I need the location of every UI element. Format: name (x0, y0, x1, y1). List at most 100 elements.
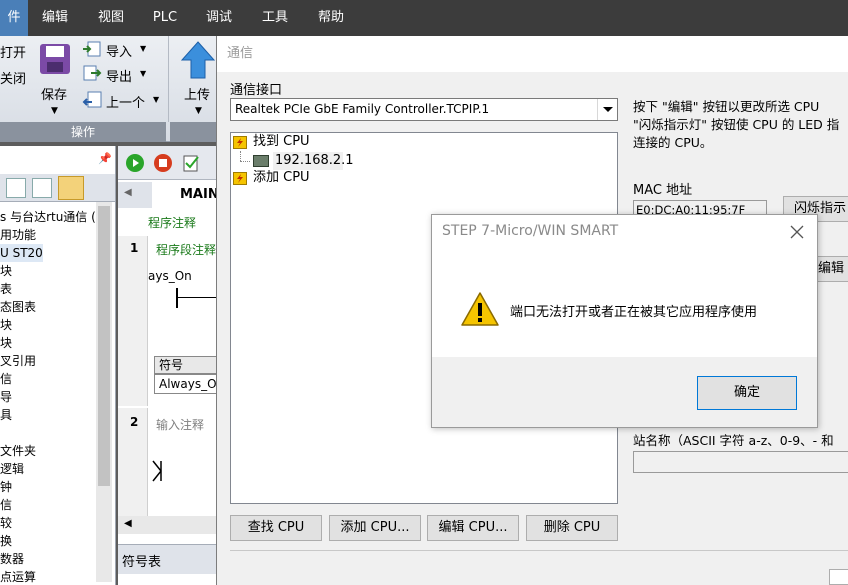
network1-gutter (118, 236, 148, 406)
interface-select[interactable]: Realtek PCIe GbE Family Controller.TCPIP… (230, 98, 618, 121)
ok-button[interactable]: 确定 (697, 376, 797, 410)
add-cpu-icon (233, 172, 247, 185)
previous-icon (82, 90, 104, 110)
menu-debug[interactable]: 调试 (196, 0, 242, 36)
tree-item[interactable]: 表 (0, 280, 12, 298)
tree-item[interactable]: 块 (0, 334, 12, 352)
bottom-separator (230, 550, 848, 551)
warning-icon (460, 291, 500, 327)
tree-monitor-icon[interactable] (58, 176, 84, 200)
comm-titlebar: 通信 (217, 36, 848, 72)
program-editor: ◀ MAIN 程序注释 1 程序段注释 ays_On 符号 Always_O 2… (118, 146, 218, 585)
transfer-group-label (170, 122, 216, 142)
previous-dropdown-icon[interactable]: ▼ (153, 95, 159, 104)
previous-button[interactable]: 上一个 (106, 92, 145, 111)
message-box-footer: 确定 (432, 357, 817, 427)
close-icon[interactable] (788, 223, 806, 241)
menu-file[interactable]: 件 (0, 0, 28, 36)
add-cpu-node[interactable]: 添加 CPU (253, 169, 310, 187)
menu-edit[interactable]: 编辑 (32, 0, 78, 36)
chevron-down-icon[interactable] (597, 99, 617, 120)
found-cpu-icon (233, 136, 247, 149)
contact-wire (178, 297, 218, 298)
add-cpu-button[interactable]: 添加 CPU... (329, 515, 421, 541)
tree-item[interactable]: 数器 (0, 550, 24, 568)
corner-button[interactable] (829, 569, 848, 585)
program-comment[interactable]: 程序注释 (148, 214, 196, 231)
error-message-box: STEP 7-Micro/WIN SMART 端口无法打开或者正在被其它应用程序… (431, 214, 818, 428)
project-tree-panel: 📌 s 与台达rtu通信 ( 用功能 U ST20 块 表 态图表 块 块 叉引… (0, 146, 116, 585)
tree-list-icon[interactable] (32, 178, 52, 198)
symbol-table-tabbar: 符号表 (118, 544, 218, 574)
edit-cpu-button[interactable]: 编辑 CPU... (427, 515, 519, 541)
editor-toolbar (118, 146, 218, 180)
upload-icon[interactable] (180, 40, 216, 80)
tree-connector (240, 161, 250, 162)
tree-item[interactable]: 信 (0, 496, 12, 514)
compile-icon[interactable] (182, 153, 200, 173)
tree-item[interactable]: 导 (0, 388, 12, 406)
delete-cpu-button[interactable]: 删除 CPU (526, 515, 618, 541)
tree-scrollbar[interactable] (96, 202, 112, 582)
tree-item[interactable]: 文件夹 (0, 442, 36, 460)
network1-comment[interactable]: 程序段注释 (156, 241, 216, 258)
menu-tools[interactable]: 工具 (252, 0, 298, 36)
error-message-text: 端口无法打开或者正在被其它应用程序使用 (510, 305, 758, 320)
project-tree-toolbar (0, 174, 115, 202)
tree-item[interactable]: s 与台达rtu通信 ( (0, 208, 96, 226)
description-text: 按下 "编辑" 按钮以更改所选 CPU "闪烁指示灯" 按钮使 CPU 的 LE… (633, 98, 848, 152)
tree-item[interactable]: 逻辑 (0, 460, 24, 478)
tree-item[interactable]: 钟 (0, 478, 12, 496)
tree-item[interactable]: 信 (0, 370, 12, 388)
network2-number: 2 (130, 415, 139, 429)
upload-button[interactable]: 上传 (184, 84, 210, 103)
symbol-value[interactable]: Always_O (154, 374, 218, 394)
tab-scroll-left-icon[interactable]: ◀ (124, 187, 132, 198)
tree-item[interactable]: 用功能 (0, 226, 36, 244)
found-cpu-node[interactable]: 找到 CPU (253, 133, 310, 151)
tab-main[interactable]: MAIN (152, 182, 218, 208)
tree-item[interactable]: 较 (0, 514, 12, 532)
hscroll-left-icon[interactable]: ◀ (124, 518, 132, 529)
stop-icon[interactable] (154, 154, 172, 172)
menu-bar: 件 编辑 视图 PLC 调试 工具 帮助 (0, 0, 848, 36)
network1-number: 1 (130, 241, 139, 255)
symbol-header: 符号 (154, 356, 218, 374)
plc-device-icon (253, 155, 269, 167)
menu-plc[interactable]: PLC (142, 0, 188, 36)
tree-item[interactable]: U ST20 (0, 244, 43, 262)
upload-dropdown-icon[interactable]: ▼ (195, 106, 202, 116)
tree-view-icon[interactable] (6, 178, 26, 198)
station-name-label: 站名称（ASCII 字符 a-z、0-9、- 和 (633, 433, 834, 448)
find-cpu-button[interactable]: 查找 CPU (230, 515, 322, 541)
export-button[interactable]: 导出 (106, 66, 132, 85)
open-button[interactable]: 打开 (0, 42, 26, 61)
save-button[interactable]: 保存 (41, 84, 67, 103)
tree-item[interactable]: 具 (0, 406, 12, 424)
network2-comment[interactable]: 输入注释 (156, 416, 204, 433)
save-icon[interactable] (38, 42, 72, 76)
import-dropdown-icon[interactable]: ▼ (140, 44, 146, 53)
contact-operand[interactable]: ays_On (148, 269, 192, 283)
tree-item[interactable]: 块 (0, 316, 12, 334)
tree-item[interactable]: 叉引用 (0, 352, 36, 370)
menu-help[interactable]: 帮助 (308, 0, 354, 36)
cpu-ip-node[interactable]: 192.168.2.1 (273, 152, 354, 170)
symbol-table-tab[interactable]: 符号表 (122, 551, 161, 570)
pin-icon[interactable]: 📌 (98, 152, 112, 165)
tree-scrollbar-thumb[interactable] (98, 206, 110, 486)
close-button[interactable]: 关闭 (0, 68, 26, 87)
import-button[interactable]: 导入 (106, 41, 132, 60)
station-name-field (633, 451, 848, 473)
save-dropdown-icon[interactable]: ▼ (51, 106, 58, 116)
description-line: "闪烁指示灯" 按钮使 CPU 的 LED 指 (633, 117, 840, 132)
export-icon (82, 64, 102, 82)
editor-hscrollbar[interactable]: ◀ (118, 516, 218, 534)
tree-item[interactable]: 块 (0, 262, 12, 280)
menu-view[interactable]: 视图 (86, 0, 136, 36)
tree-item[interactable]: 点运算 (0, 568, 36, 585)
tree-item[interactable]: 态图表 (0, 298, 36, 316)
export-dropdown-icon[interactable]: ▼ (140, 69, 146, 78)
tree-item[interactable]: 换 (0, 532, 12, 550)
run-icon[interactable] (126, 154, 144, 172)
